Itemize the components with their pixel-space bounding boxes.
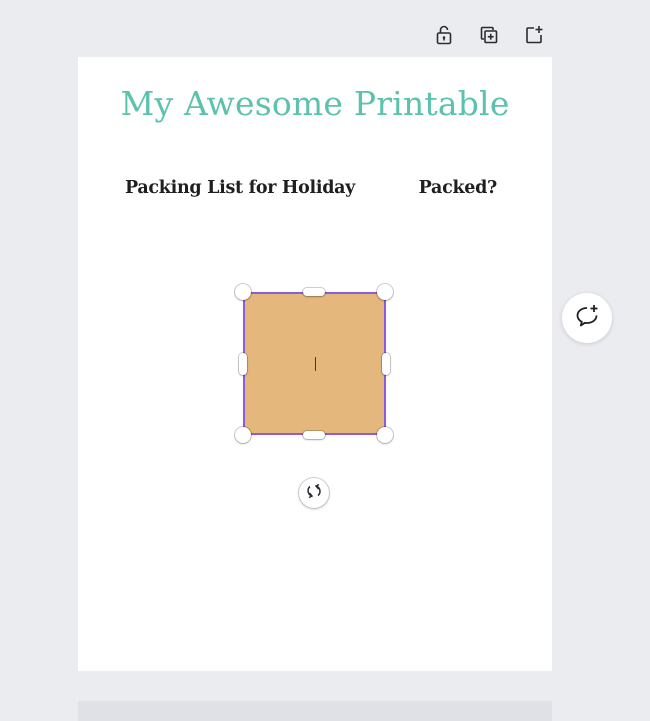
rotate-handle[interactable] [299, 478, 329, 508]
add-comment-button[interactable] [562, 293, 612, 343]
rotate-icon [305, 482, 323, 504]
packing-list-heading[interactable]: Packing List for Holiday [125, 178, 355, 198]
add-comment-icon [573, 302, 601, 334]
lock-open-icon[interactable] [431, 22, 457, 48]
resize-handle-top[interactable] [303, 288, 325, 296]
text-cursor [315, 357, 316, 371]
page-title[interactable]: My Awesome Printable [78, 84, 552, 124]
resize-handle-top-right[interactable] [377, 284, 393, 300]
design-page[interactable]: My Awesome Printable Packing List for Ho… [78, 57, 552, 671]
add-page-icon[interactable] [521, 22, 547, 48]
resize-handle-right[interactable] [382, 353, 390, 375]
selected-shape[interactable] [243, 292, 386, 435]
packed-heading[interactable]: Packed? [419, 178, 498, 198]
resize-handle-bottom-left[interactable] [235, 427, 251, 443]
resize-handle-bottom-right[interactable] [377, 427, 393, 443]
resize-handle-bottom[interactable] [303, 431, 325, 439]
resize-handle-top-left[interactable] [235, 284, 251, 300]
resize-handle-left[interactable] [239, 353, 247, 375]
duplicate-page-icon[interactable] [476, 22, 502, 48]
next-page-preview[interactable] [78, 701, 552, 721]
